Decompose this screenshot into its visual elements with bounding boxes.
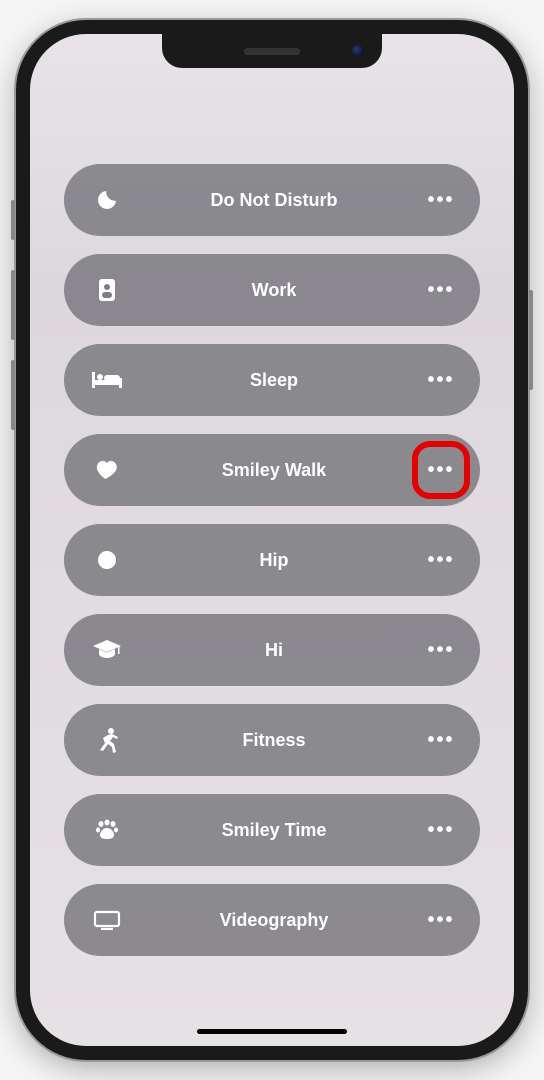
mute-switch	[11, 200, 15, 240]
more-button[interactable]: •••	[424, 903, 458, 937]
volume-up-button	[11, 270, 15, 340]
front-camera	[352, 45, 364, 57]
speaker	[244, 48, 300, 55]
focus-label: Do Not Disturb	[124, 190, 424, 211]
running-icon	[90, 727, 124, 753]
more-button[interactable]: •••	[424, 813, 458, 847]
more-button[interactable]: •••	[424, 453, 458, 487]
more-button[interactable]: •••	[424, 363, 458, 397]
focus-mode-list: Do Not Disturb ••• Work ••• Sleep •••	[30, 34, 514, 1046]
moon-icon	[90, 188, 124, 212]
focus-row-smiley-time[interactable]: Smiley Time •••	[64, 794, 480, 866]
focus-row-sleep[interactable]: Sleep •••	[64, 344, 480, 416]
phone-frame: Do Not Disturb ••• Work ••• Sleep •••	[16, 20, 528, 1060]
focus-row-smiley-walk[interactable]: Smiley Walk •••	[64, 434, 480, 506]
paw-icon	[90, 819, 124, 841]
focus-label: Hip	[124, 550, 424, 571]
home-indicator[interactable]	[197, 1029, 347, 1034]
more-button[interactable]: •••	[424, 723, 458, 757]
graduation-icon	[90, 640, 124, 660]
circle-icon	[90, 550, 124, 570]
screen: Do Not Disturb ••• Work ••• Sleep •••	[30, 34, 514, 1046]
volume-down-button	[11, 360, 15, 430]
badge-icon	[90, 277, 124, 303]
heart-icon	[90, 459, 124, 481]
more-button[interactable]: •••	[424, 633, 458, 667]
more-button[interactable]: •••	[424, 183, 458, 217]
display-icon	[90, 910, 124, 930]
focus-label: Smiley Walk	[124, 460, 424, 481]
focus-label: Sleep	[124, 370, 424, 391]
bed-icon	[90, 370, 124, 390]
focus-row-work[interactable]: Work •••	[64, 254, 480, 326]
focus-row-fitness[interactable]: Fitness •••	[64, 704, 480, 776]
power-button	[529, 290, 533, 390]
focus-label: Fitness	[124, 730, 424, 751]
focus-label: Smiley Time	[124, 820, 424, 841]
focus-row-hip[interactable]: Hip •••	[64, 524, 480, 596]
focus-label: Hi	[124, 640, 424, 661]
focus-label: Videography	[124, 910, 424, 931]
focus-row-do-not-disturb[interactable]: Do Not Disturb •••	[64, 164, 480, 236]
focus-label: Work	[124, 280, 424, 301]
focus-row-hi[interactable]: Hi •••	[64, 614, 480, 686]
more-button[interactable]: •••	[424, 273, 458, 307]
more-button[interactable]: •••	[424, 543, 458, 577]
focus-row-videography[interactable]: Videography •••	[64, 884, 480, 956]
notch	[162, 34, 382, 68]
